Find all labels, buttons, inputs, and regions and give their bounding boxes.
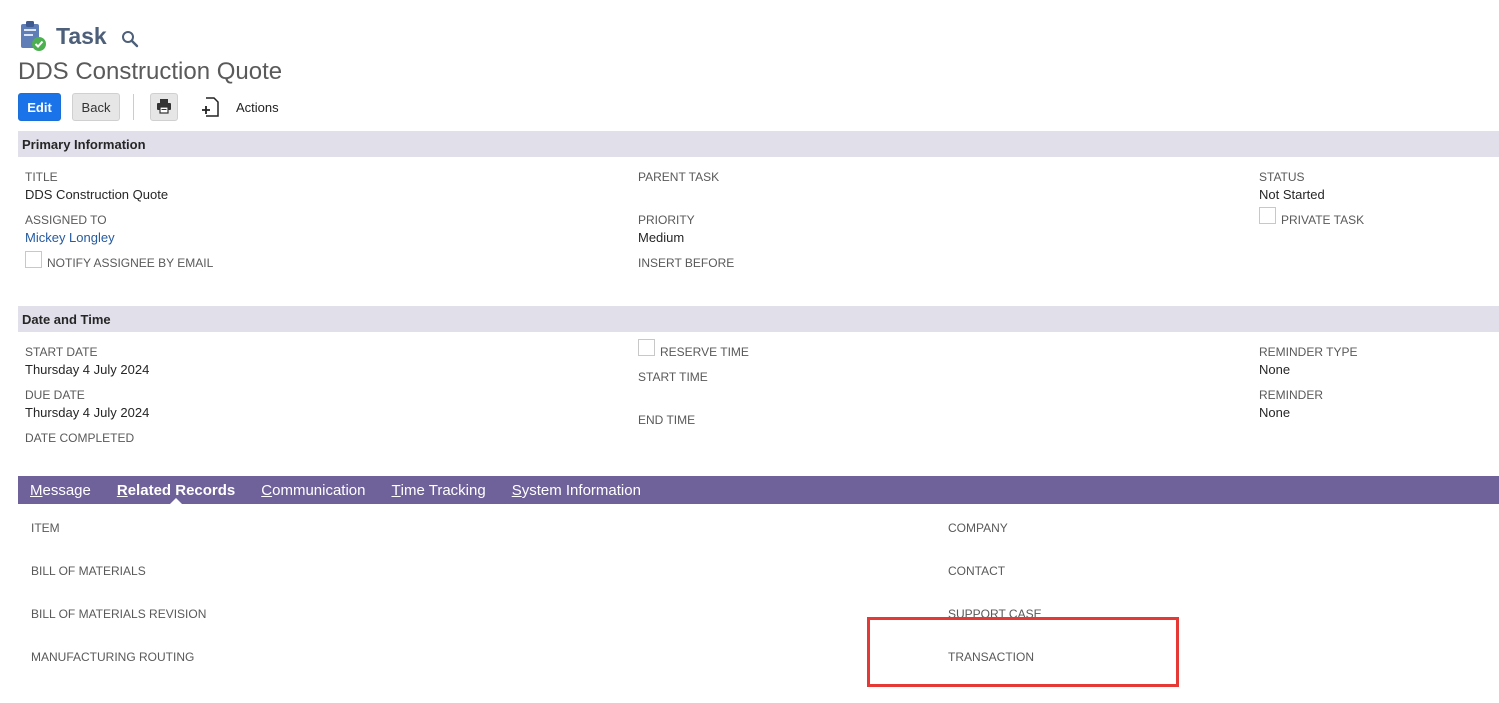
tab-message[interactable]: Message [30, 476, 91, 504]
priority-value: Medium [638, 230, 685, 245]
actions-menu[interactable]: Actions [236, 100, 279, 115]
due-date-label: DUE DATE [25, 388, 85, 402]
date-and-time-header[interactable]: Date and Time [18, 306, 1499, 332]
item-field-label[interactable]: ITEM [31, 521, 60, 535]
tab-communication[interactable]: Communication [261, 476, 365, 504]
status-label: STATUS [1259, 170, 1305, 184]
private-task-label: PRIVATE TASK [1281, 213, 1365, 227]
parent-task-label: PARENT TASK [638, 170, 720, 184]
contact-field-label[interactable]: CONTACT [948, 564, 1005, 578]
date-completed-label: DATE COMPLETED [25, 431, 135, 445]
bill-of-materials-field-label[interactable]: BILL OF MATERIALS [31, 564, 146, 578]
primary-information-header[interactable]: Primary Information [18, 131, 1499, 157]
private-task-checkbox[interactable] [1259, 207, 1276, 224]
print-button[interactable] [150, 93, 178, 121]
start-date-value: Thursday 4 July 2024 [25, 362, 150, 377]
company-field-label[interactable]: COMPANY [948, 521, 1008, 535]
reserve-time-label: RESERVE TIME [660, 345, 749, 359]
printer-icon [156, 98, 172, 117]
search-icon[interactable] [121, 30, 139, 48]
tab-related-records[interactable]: Related Records [117, 476, 235, 504]
new-document-icon[interactable] [200, 96, 220, 118]
tab-time-tracking[interactable]: Time Tracking [392, 476, 486, 504]
transaction-field-label[interactable]: TRANSACTION [948, 650, 1034, 664]
reserve-time-checkbox[interactable] [638, 339, 655, 356]
priority-label: PRIORITY [638, 213, 695, 227]
title-label: TITLE [25, 170, 58, 184]
title-value: DDS Construction Quote [25, 187, 169, 202]
record-type-label: Task [56, 22, 107, 49]
assigned-to-link[interactable]: Mickey Longley [25, 230, 115, 245]
notify-assignee-label: NOTIFY ASSIGNEE BY EMAIL [47, 256, 214, 270]
edit-button[interactable]: Edit [18, 93, 61, 121]
reminder-type-value: None [1259, 362, 1291, 377]
reminder-value: None [1259, 405, 1291, 420]
subtab-bar: Message Related Records Communication Ti… [18, 476, 1499, 504]
notify-assignee-checkbox[interactable] [25, 251, 42, 268]
start-date-label: START DATE [25, 345, 98, 359]
tab-system-information[interactable]: System Information [512, 476, 641, 504]
end-time-label: END TIME [638, 413, 696, 427]
back-button[interactable]: Back [72, 93, 120, 121]
record-title: DDS Construction Quote [18, 58, 283, 85]
manufacturing-routing-field-label[interactable]: MANUFACTURING ROUTING [31, 650, 194, 664]
record-type-header: Task [18, 18, 139, 54]
reminder-type-label: REMINDER TYPE [1259, 345, 1358, 359]
toolbar-divider [133, 94, 134, 120]
reminder-label: REMINDER [1259, 388, 1324, 402]
task-record-page: Task DDS Construction Quote Edit Back Ac… [0, 0, 1499, 703]
toolbar: Edit Back Actions [18, 93, 279, 121]
due-date-value: Thursday 4 July 2024 [25, 405, 150, 420]
bom-revision-field-label[interactable]: BILL OF MATERIALS REVISION [31, 607, 206, 621]
support-case-field-label[interactable]: SUPPORT CASE [948, 607, 1042, 621]
task-clipboard-icon [18, 19, 48, 53]
start-time-label: START TIME [638, 370, 708, 384]
status-value: Not Started [1259, 187, 1325, 202]
assigned-to-label: ASSIGNED TO [25, 213, 107, 227]
insert-before-label: INSERT BEFORE [638, 256, 735, 270]
